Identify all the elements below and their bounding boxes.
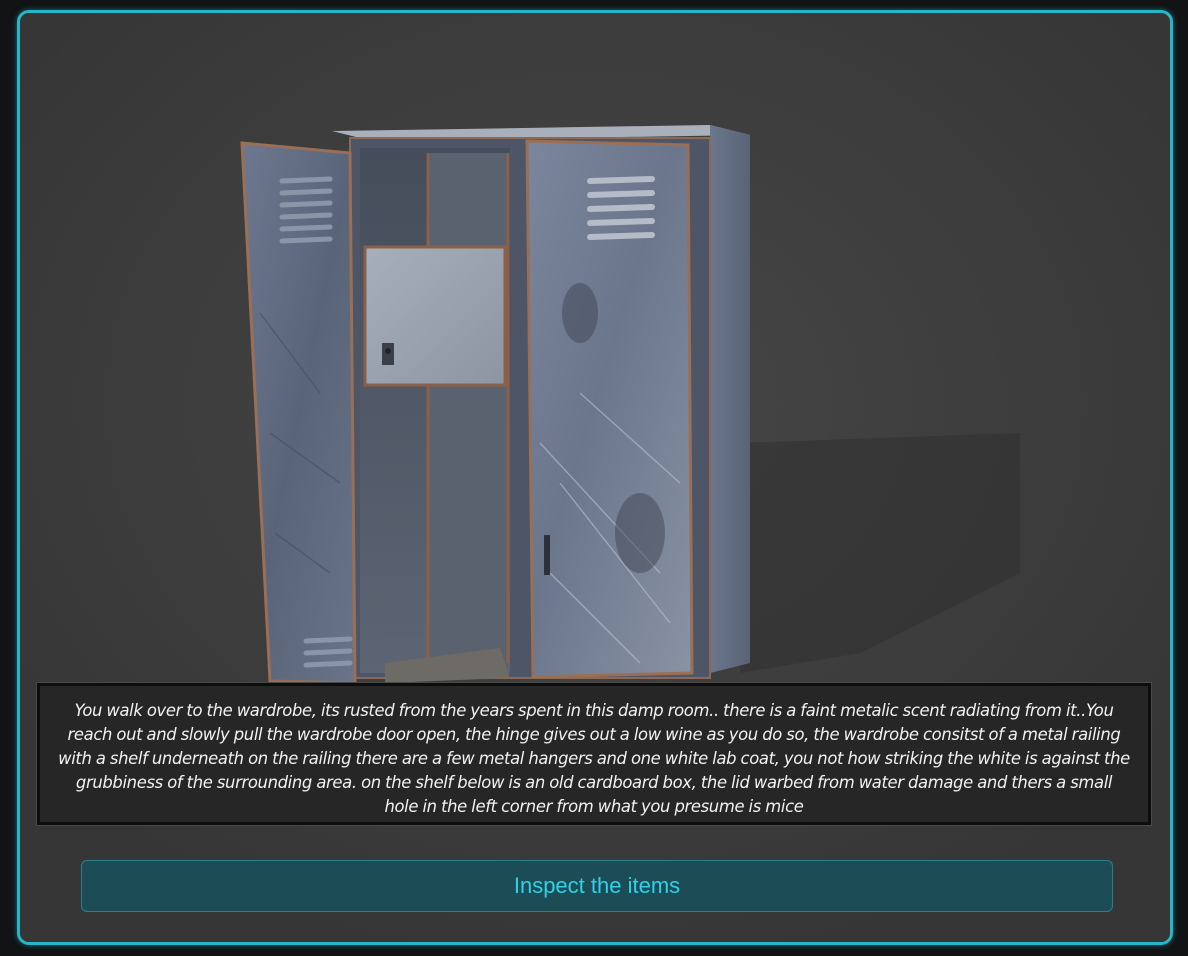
game-frame: You walk over to the wardrobe, its ruste… <box>17 10 1173 945</box>
narration-text: You walk over to the wardrobe, its ruste… <box>37 683 1151 825</box>
inspect-items-button[interactable]: Inspect the items <box>81 860 1113 912</box>
